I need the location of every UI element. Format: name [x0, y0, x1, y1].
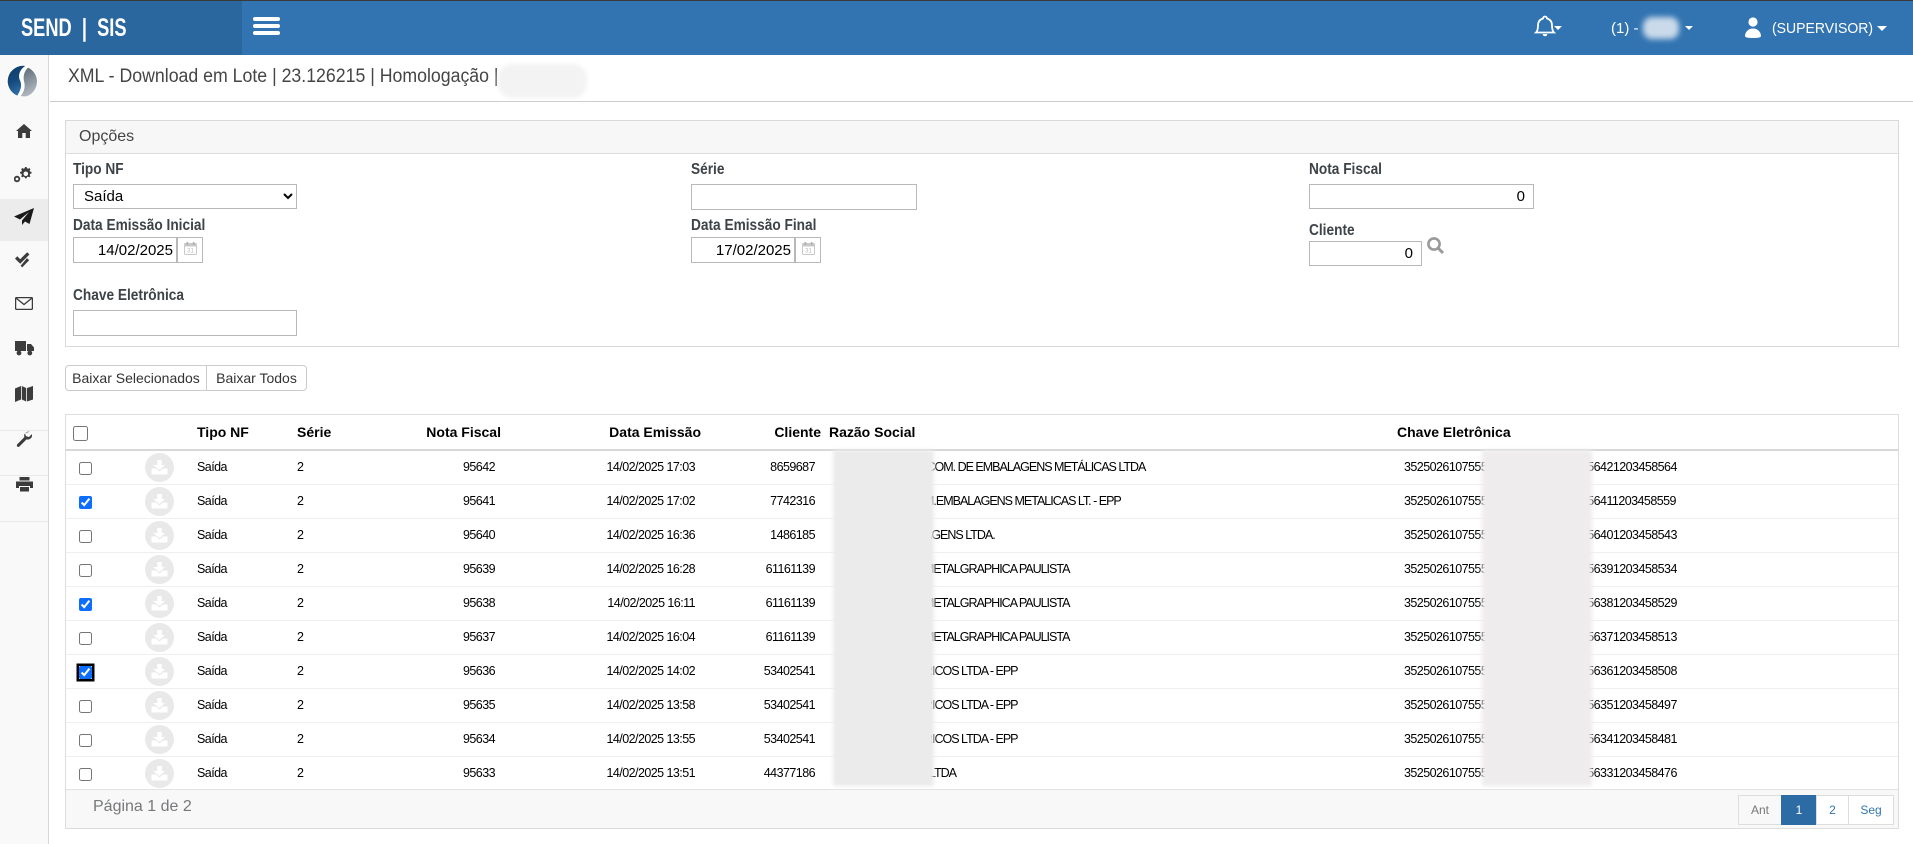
svg-text:31: 31: [187, 249, 194, 255]
svg-text:31: 31: [805, 249, 812, 255]
